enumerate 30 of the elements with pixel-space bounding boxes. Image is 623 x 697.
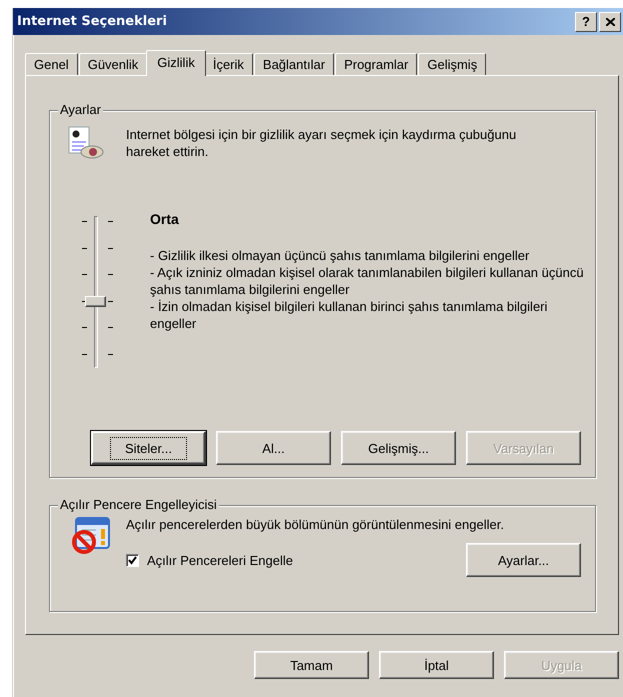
tab[interactable]: Gizlilik [146, 50, 206, 76]
privacy-level-name: Orta [150, 211, 180, 229]
tab[interactable]: İçerik [204, 53, 253, 75]
privacy-icon [68, 126, 104, 160]
close-button[interactable] [599, 12, 621, 32]
settings-button[interactable]: Gelişmiş... [341, 431, 456, 465]
privacy-description: - Açık izniniz olmadan kişisel olarak tanımlanabilen bilgileri kullanan üçüncü şahıs tanımlama bilgilerini engeller [150, 264, 585, 298]
help-button[interactable]: ? [575, 12, 597, 32]
popup-blocker-text: Açılır pencerelerden büyük bölümünün görüntülenmesini engeller. [126, 516, 505, 533]
tab[interactable]: Gelişmiş [418, 53, 486, 75]
group-title: Ayarlar [58, 102, 103, 118]
dialog-button[interactable]: İptal [379, 651, 494, 679]
checkbox-label[interactable]: Açılır Pencereleri Engelle [147, 552, 293, 568]
tab[interactable]: Programlar [335, 53, 418, 75]
tab[interactable]: Genel [25, 53, 78, 75]
instruction-text: Internet bölgesi için bir gizlilik ayarı seçmek için kaydırma çubuğunu hareket ettirin. [126, 126, 518, 161]
settings-button[interactable]: Siteler... [91, 431, 206, 465]
popup-settings-button[interactable]: Ayarlar... [466, 543, 581, 577]
privacy-description: - İzin olmadan kişisel bilgileri kullanan birinci şahıs tanımlama bilgileri engeller [150, 298, 548, 332]
window-title: Internet Seçenekleri [17, 14, 168, 29]
settings-button[interactable]: Al... [216, 431, 331, 465]
tab[interactable]: Bağlantılar [254, 53, 334, 75]
slider-thumb[interactable] [85, 296, 106, 306]
privacy-description: - Gizlilik ilkesi olmayan üçüncü şahıs tanımlama bilgilerini engeller [150, 247, 530, 264]
popup-blocked-icon [70, 516, 110, 556]
group-title: Açılır Pencere Engelleyicisi [58, 497, 219, 513]
close-icon [606, 18, 614, 26]
dialog-button[interactable]: Tamam [254, 651, 369, 679]
tab[interactable]: Güvenlik [78, 53, 148, 75]
checkbox[interactable] [126, 554, 139, 566]
